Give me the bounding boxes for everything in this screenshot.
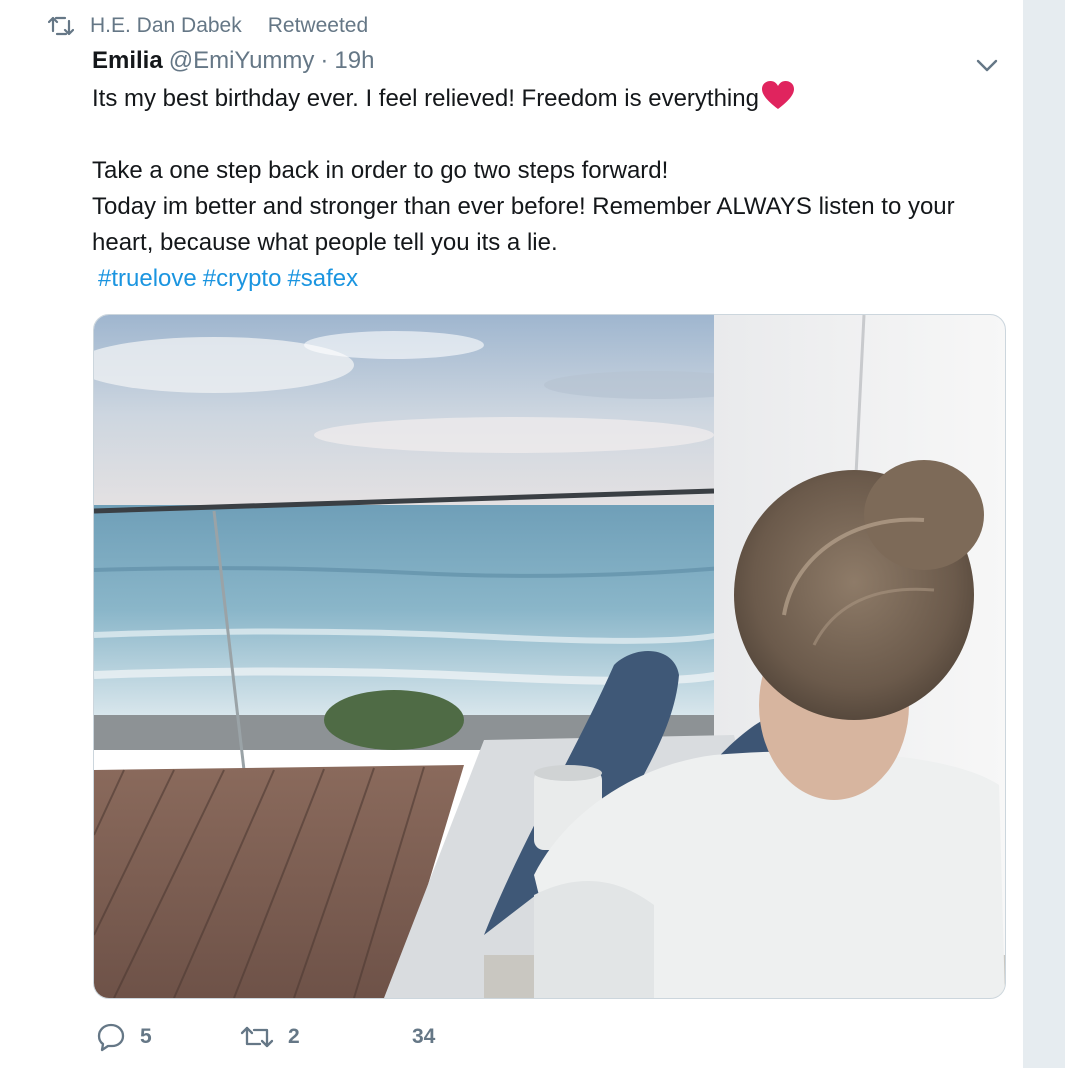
hashtag-link[interactable]: #truelove bbox=[98, 265, 197, 292]
tweet-line: Today im better and stronger than ever b… bbox=[92, 193, 955, 220]
tweet-timestamp[interactable]: 19h bbox=[334, 47, 374, 75]
tweet-line: Take a one step back in order to go two … bbox=[92, 157, 669, 184]
hashtags: #truelove #crypto #safex bbox=[92, 261, 1012, 297]
right-rail bbox=[1023, 0, 1065, 1068]
retweet-button[interactable]: 2 bbox=[240, 1020, 300, 1054]
tweet-line: heart, because what people tell you its … bbox=[92, 229, 558, 256]
author-handle[interactable]: @EmiYummy bbox=[169, 47, 315, 75]
tweet-line: Its my best birthday ever. I feel reliev… bbox=[92, 80, 1012, 117]
retweet-icon bbox=[48, 16, 74, 36]
chevron-down-icon[interactable] bbox=[974, 52, 1000, 78]
hashtag-link[interactable]: #crypto bbox=[203, 265, 282, 292]
retweeted-label: Retweeted bbox=[267, 14, 369, 37]
tweet-text: Its my best birthday ever. I feel reliev… bbox=[92, 80, 1012, 297]
reply-icon bbox=[97, 1023, 125, 1052]
photo-scene bbox=[94, 315, 1005, 998]
like-button[interactable]: 34 bbox=[412, 1020, 435, 1054]
tweet-actions: 5 2 34 bbox=[96, 1020, 516, 1054]
hashtag-link[interactable]: #safex bbox=[287, 265, 358, 292]
separator-dot: · bbox=[320, 47, 329, 74]
retweeter-name[interactable]: H.E. Dan Dabek bbox=[90, 14, 242, 38]
retweet-icon bbox=[240, 1026, 274, 1048]
author-name[interactable]: Emilia bbox=[92, 47, 163, 75]
tweet-photo[interactable] bbox=[93, 314, 1006, 999]
red-heart-emoji bbox=[761, 81, 794, 109]
retweet-count: 2 bbox=[288, 1025, 300, 1048]
reply-button[interactable]: 5 bbox=[96, 1020, 152, 1054]
retweet-context: H.E. Dan Dabek Retweeted bbox=[48, 12, 368, 40]
like-count: 34 bbox=[412, 1025, 436, 1048]
reply-count: 5 bbox=[140, 1025, 152, 1048]
tweet-header: Emilia @EmiYummy · 19h bbox=[92, 47, 374, 75]
